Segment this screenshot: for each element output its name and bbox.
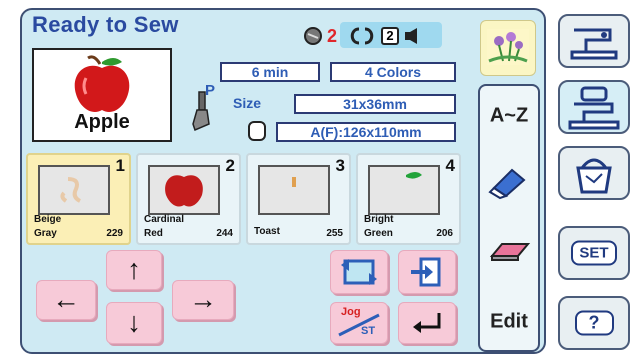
tab-alphabet[interactable]: A~Z xyxy=(482,88,536,144)
thread-number: 4 xyxy=(445,156,455,175)
arrow-left-icon: ← xyxy=(52,283,80,315)
jog-st-button[interactable]: Jog ST xyxy=(330,302,388,344)
arrow-right-icon: → xyxy=(189,283,217,315)
set-text: SET xyxy=(571,240,617,266)
thread-swatch xyxy=(258,165,330,215)
thread-name: Bright xyxy=(364,214,394,225)
thread-name-2: Red xyxy=(144,228,163,239)
thread-code: 206 xyxy=(436,228,453,239)
move-down-button[interactable]: ↓ xyxy=(106,302,162,344)
bag-icon xyxy=(576,158,612,194)
embroidery-machine-icon xyxy=(568,86,620,130)
help-label: ? xyxy=(560,310,628,336)
move-left-button[interactable]: ← xyxy=(36,280,96,320)
thread-name-2: Green xyxy=(364,228,393,239)
hoop-icon xyxy=(350,27,374,45)
speaker-icon xyxy=(405,28,418,44)
thread-number: 2 xyxy=(225,156,235,175)
move-right-button[interactable]: → xyxy=(172,280,234,320)
eraser-icon xyxy=(488,168,526,200)
thread-change-count: 2 xyxy=(327,25,338,46)
return-button[interactable] xyxy=(398,302,456,344)
start-point-button[interactable] xyxy=(398,250,456,294)
sew-time: 6 min xyxy=(220,62,320,82)
slash-icon xyxy=(338,313,380,337)
tab-clear[interactable] xyxy=(482,226,536,282)
eraser-bar-icon xyxy=(489,243,531,261)
help-button[interactable]: ? xyxy=(558,296,630,350)
hoop-size: A(F):126x110mm xyxy=(276,122,456,142)
sewing-machine-icon xyxy=(570,28,618,60)
tab-alphabet-label: A~Z xyxy=(489,104,529,127)
embroidery-mode-button[interactable] xyxy=(558,80,630,134)
thread-number: 1 xyxy=(115,156,125,175)
thread-code: 229 xyxy=(106,228,123,239)
pattern-name: Apple xyxy=(74,111,130,133)
thread-code: 255 xyxy=(326,228,343,239)
hoop-frame-icon xyxy=(248,121,266,141)
presser-foot-label: P xyxy=(205,82,216,99)
trace-frame-icon xyxy=(341,259,377,285)
move-up-button[interactable]: ↑ xyxy=(106,250,162,290)
thread-name: Cardinal xyxy=(144,214,185,225)
thread-name: Beige xyxy=(34,214,62,225)
flowers-icon xyxy=(487,29,529,65)
enter-frame-icon xyxy=(411,257,441,287)
category-tab-column: A~Z Edit xyxy=(478,84,540,352)
thread-spool-icon xyxy=(304,27,322,45)
sewing-mode-button[interactable] xyxy=(558,14,630,68)
st-label: ST xyxy=(361,325,376,337)
thread-swatch xyxy=(148,165,220,215)
thread-name: Toast xyxy=(254,226,280,237)
return-icon xyxy=(413,313,441,333)
thread-swatch xyxy=(38,165,110,215)
thread-tile-3[interactable]: 3 Toast 255 xyxy=(246,153,351,245)
tab-eraser[interactable] xyxy=(482,156,536,212)
thread-code: 244 xyxy=(216,228,233,239)
pattern-preview: Apple xyxy=(32,48,172,142)
arrow-up-icon: ↑ xyxy=(127,253,141,285)
pocket-button[interactable] xyxy=(558,146,630,200)
thread-name-2: Gray xyxy=(34,228,57,239)
thread-swatch xyxy=(368,165,440,215)
color-change-count: 2 xyxy=(381,27,400,45)
color-count: 4 Colors xyxy=(330,62,456,82)
trial-button[interactable] xyxy=(330,250,388,294)
thread-number: 3 xyxy=(335,156,345,175)
size-label: Size xyxy=(233,95,262,111)
tab-edit[interactable]: Edit xyxy=(482,294,536,350)
tab-edit-label: Edit xyxy=(490,310,528,333)
thread-tile-4[interactable]: 4 Bright Green 206 xyxy=(356,153,461,245)
status-bar: 2 2 xyxy=(303,24,421,48)
size-value: 31x36mm xyxy=(294,94,456,114)
screen-frame: Ready to Sew 2 2 Apple 6 min 4 Colors P … xyxy=(0,0,638,357)
settings-button[interactable]: SET xyxy=(558,226,630,280)
thread-tile-1[interactable]: 1 Beige Gray 229 xyxy=(26,153,131,245)
page-title: Ready to Sew xyxy=(32,12,179,37)
arrow-down-icon: ↓ xyxy=(127,306,141,338)
thread-tile-2[interactable]: 2 Cardinal Red 244 xyxy=(136,153,241,245)
pattern-image-button[interactable] xyxy=(480,20,536,76)
help-text: ? xyxy=(574,310,614,336)
settings-label: SET xyxy=(560,240,628,266)
